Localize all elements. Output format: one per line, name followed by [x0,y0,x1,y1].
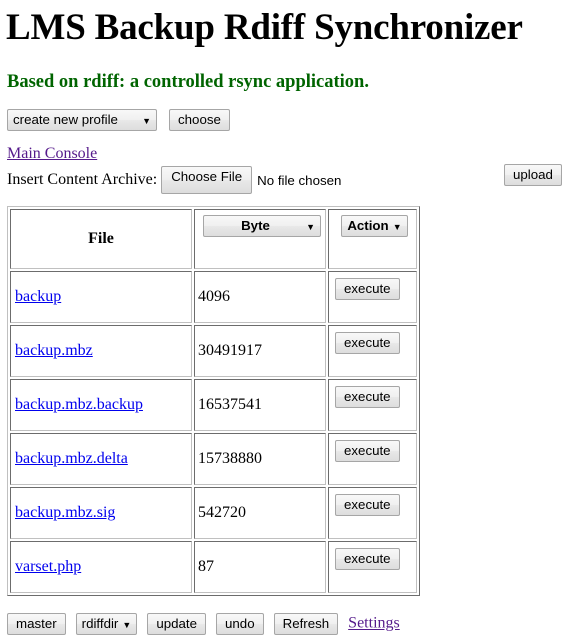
archive-file-input[interactable]: Choose File No file chosen [161,166,342,195]
profile-toolbar: create new profile ▼ choose [6,92,572,132]
refresh-button[interactable]: Refresh [273,613,339,635]
chevron-down-icon: ▼ [306,222,315,233]
profile-select-value: create new profile [13,112,118,128]
action-select[interactable]: Action ▼ [341,215,408,238]
column-header-file: File [10,209,192,270]
cell-action: execute [328,487,417,540]
file-table: File Byte ▼ Action ▼ backup 4096 execute ba… [7,206,420,597]
cell-file-name: backup.mbz.backup [10,379,192,432]
archive-upload-row: Insert Content Archive: Choose File No fi… [6,163,572,195]
main-console-link[interactable]: Main Console [7,145,97,162]
table-row: backup.mbz.sig 542720 execute [10,487,417,540]
column-header-action: Action ▼ [328,209,417,270]
execute-button[interactable]: execute [335,386,400,409]
cell-action: execute [328,379,417,432]
action-select-value: Action [347,218,389,234]
cell-file-name: backup.mbz.delta [10,433,192,486]
cell-file-name: backup.mbz.sig [10,487,192,540]
chevron-down-icon: ▼ [122,620,132,630]
cell-file-size: 87 [194,541,326,594]
undo-button[interactable]: undo [216,613,264,635]
update-button[interactable]: update [147,613,207,635]
execute-button[interactable]: execute [335,440,400,463]
file-link[interactable]: backup.mbz [15,342,93,359]
cell-action: execute [328,271,417,324]
byte-unit-select[interactable]: Byte ▼ [203,215,321,238]
cell-action: execute [328,541,417,594]
table-row: backup 4096 execute [10,271,417,324]
execute-button[interactable]: execute [335,548,400,571]
file-link[interactable]: backup.mbz.sig [15,504,115,521]
file-table-head: File Byte ▼ Action ▼ [10,209,417,270]
page-title: LMS Backup Rdiff Synchronizer [6,7,523,48]
cell-file-name: varset.php [10,541,192,594]
page-subtitle: Based on rdiff: a controlled rsync appli… [7,71,369,92]
rdiffdir-select[interactable]: rdiffdir ▼ [75,613,138,635]
file-link[interactable]: backup.mbz.delta [15,450,128,467]
cell-file-size: 542720 [194,487,326,540]
cell-file-size: 4096 [194,271,326,324]
choose-file-button[interactable]: Choose File [161,166,253,195]
cell-file-size: 30491917 [194,325,326,378]
table-row: backup.mbz.delta 15738880 execute [10,433,417,486]
table-row: backup.mbz 30491917 execute [10,325,417,378]
execute-button[interactable]: execute [335,332,400,355]
table-row: varset.php 87 execute [10,541,417,594]
bottom-toolbar: master rdiffdir ▼ update undo Refresh Se… [7,613,400,635]
file-link[interactable]: backup [15,288,61,305]
byte-unit-select-value: Byte [241,218,270,234]
archive-label: Insert Content Archive: [7,171,158,189]
settings-link[interactable]: Settings [348,615,400,632]
cell-action: execute [328,325,417,378]
file-link[interactable]: varset.php [15,558,81,575]
cell-file-name: backup.mbz [10,325,192,378]
main-console-row: Main Console [6,131,572,163]
choose-button[interactable]: choose [169,109,230,132]
file-chosen-status: No file chosen [257,172,342,188]
upload-button[interactable]: upload [504,164,562,187]
execute-button[interactable]: execute [335,278,400,301]
page-root: LMS Backup Rdiff Synchronizer Based on r… [0,0,578,635]
table-header-row: File Byte ▼ Action ▼ [10,209,417,270]
master-button[interactable]: master [7,613,66,635]
execute-button[interactable]: execute [335,494,400,517]
cell-action: execute [328,433,417,486]
column-header-byte: Byte ▼ [194,209,326,270]
profile-select[interactable]: create new profile ▼ [7,109,157,132]
file-link[interactable]: backup.mbz.backup [15,396,143,413]
rdiffdir-select-value: rdiffdir [81,616,119,631]
cell-file-size: 15738880 [194,433,326,486]
chevron-down-icon: ▼ [142,116,151,127]
file-table-body: backup 4096 execute backup.mbz 30491917 execu… [10,271,417,594]
cell-file-size: 16537541 [194,379,326,432]
table-row: backup.mbz.backup 16537541 execute [10,379,417,432]
chevron-down-icon: ▼ [392,222,402,233]
cell-file-name: backup [10,271,192,324]
